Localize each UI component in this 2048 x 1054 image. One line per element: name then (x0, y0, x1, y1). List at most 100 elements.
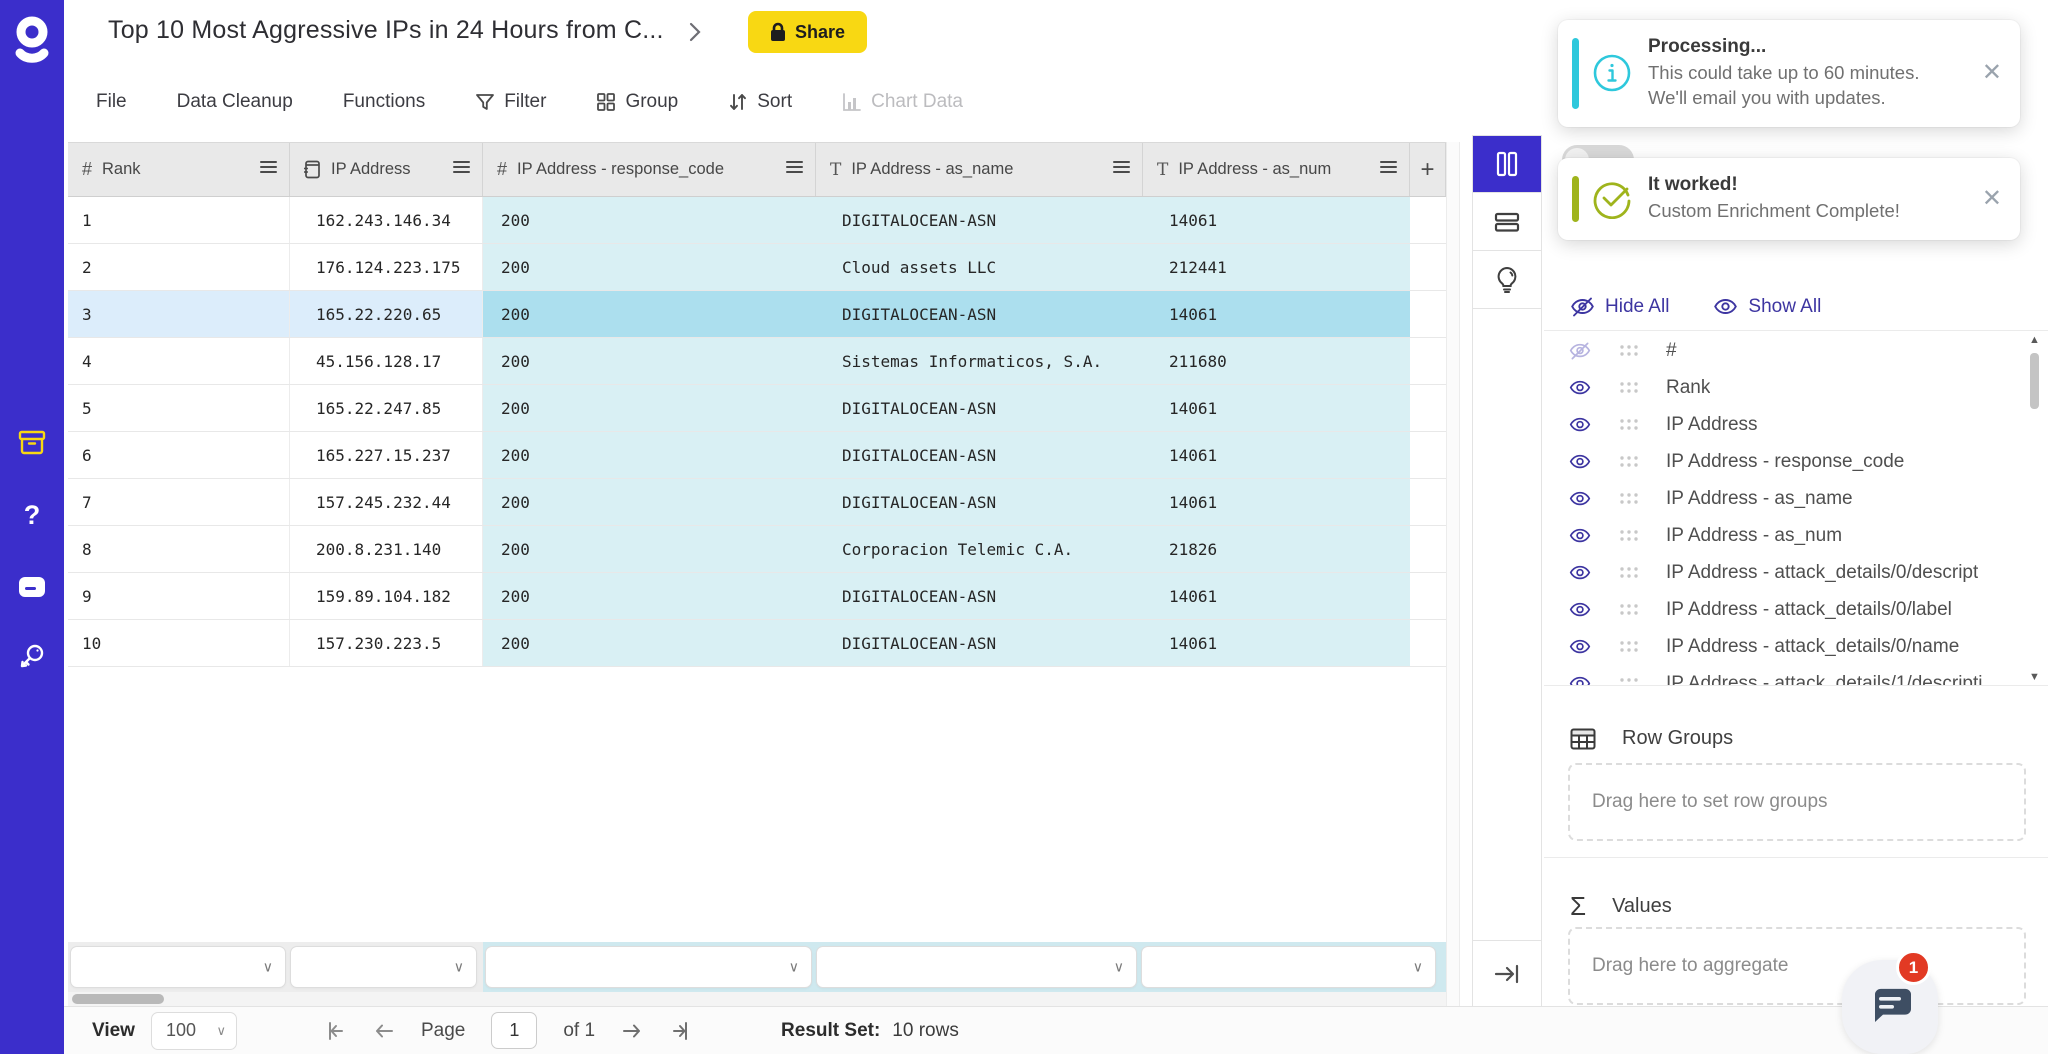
cell[interactable]: Sistemas Informaticos, S.A. (816, 338, 1143, 384)
scroll-down-icon[interactable]: ▼ (2029, 672, 2040, 683)
cell[interactable]: 6 (68, 432, 290, 478)
cell[interactable]: 21826 (1143, 526, 1410, 572)
column-visibility-item[interactable]: IP Address (1544, 406, 2048, 443)
eye-icon[interactable] (1568, 675, 1592, 687)
eye-icon[interactable] (1568, 638, 1592, 656)
cell[interactable]: 1 (68, 197, 290, 243)
cell[interactable]: 212441 (1143, 244, 1410, 290)
cell[interactable]: 7 (68, 479, 290, 525)
table-row[interactable]: 7157.245.232.44200DIGITALOCEAN-ASN14061 (68, 479, 1446, 526)
filter-dropdown-rank[interactable]: ∨ (70, 946, 286, 988)
table-row[interactable]: 8200.8.231.140200Corporacion Telemic C.A… (68, 526, 1446, 573)
cell[interactable]: 4 (68, 338, 290, 384)
cell[interactable]: DIGITALOCEAN-ASN (816, 620, 1143, 666)
column-menu-icon[interactable] (786, 160, 803, 179)
scroll-up-icon[interactable]: ▲ (2029, 335, 2040, 346)
table-row[interactable]: 1162.243.146.34200DIGITALOCEAN-ASN14061 (68, 197, 1446, 244)
archive-box-icon[interactable] (17, 428, 47, 458)
cell[interactable]: 157.230.223.5 (290, 620, 483, 666)
collapse-panel-button[interactable] (1473, 940, 1541, 1006)
eye-icon[interactable] (1568, 416, 1592, 434)
column-header-as-name[interactable]: T IP Address - as_name (816, 143, 1143, 196)
table-row[interactable]: 6165.227.15.237200DIGITALOCEAN-ASN14061 (68, 432, 1446, 479)
help-icon[interactable]: ? (17, 500, 47, 530)
cell[interactable]: 14061 (1143, 620, 1410, 666)
cell[interactable]: DIGITALOCEAN-ASN (816, 432, 1143, 478)
column-visibility-item[interactable]: IP Address - as_num (1544, 517, 2048, 554)
filter-dropdown-as-name[interactable]: ∨ (816, 946, 1137, 988)
cell[interactable]: 2 (68, 244, 290, 290)
cell[interactable]: 200 (483, 573, 816, 619)
drag-handle-icon[interactable] (1620, 566, 1640, 579)
column-visibility-item[interactable]: IP Address - attack_details/0/descript (1544, 554, 2048, 591)
cell[interactable]: 8 (68, 526, 290, 572)
drag-handle-icon[interactable] (1620, 677, 1640, 686)
close-icon[interactable]: ✕ (1982, 187, 2002, 211)
cell[interactable]: 159.89.104.182 (290, 573, 483, 619)
cell[interactable]: 14061 (1143, 479, 1410, 525)
chat-launcher[interactable]: 1 (1842, 960, 1938, 1054)
filter-dropdown-response-code[interactable]: ∨ (485, 946, 812, 988)
table-row[interactable]: 5165.22.247.85200DIGITALOCEAN-ASN14061 (68, 385, 1446, 432)
column-header-response-code[interactable]: # IP Address - response_code (483, 143, 816, 196)
horizontal-scrollbar[interactable] (68, 992, 1446, 1006)
page-number-input[interactable]: 1 (491, 1012, 537, 1049)
column-header-as-num[interactable]: T IP Address - as_num (1143, 143, 1410, 196)
document-title[interactable]: Top 10 Most Aggressive IPs in 24 Hours f… (108, 16, 664, 45)
prev-page-button[interactable] (373, 1021, 395, 1041)
column-visibility-item[interactable]: Rank (1544, 369, 2048, 406)
cell[interactable]: 200.8.231.140 (290, 526, 483, 572)
hide-all-button[interactable]: Hide All (1570, 296, 1669, 318)
cell[interactable]: 200 (483, 197, 816, 243)
cell[interactable]: 10 (68, 620, 290, 666)
cell[interactable]: 200 (483, 479, 816, 525)
menu-filter[interactable]: Filter (475, 91, 546, 113)
column-menu-icon[interactable] (260, 160, 277, 179)
cell[interactable]: 200 (483, 432, 816, 478)
column-visibility-item[interactable]: IP Address - attack_details/0/label (1544, 591, 2048, 628)
column-menu-icon[interactable] (1113, 160, 1130, 179)
list-scrollbar-thumb[interactable] (2030, 353, 2039, 409)
cell[interactable]: 14061 (1143, 432, 1410, 478)
cell[interactable]: 200 (483, 338, 816, 384)
table-row[interactable]: 2176.124.223.175200Cloud assets LLC21244… (68, 244, 1446, 291)
cell[interactable]: 45.156.128.17 (290, 338, 483, 384)
cell[interactable]: DIGITALOCEAN-ASN (816, 197, 1143, 243)
column-visibility-item[interactable]: # (1544, 332, 2048, 369)
cell[interactable]: DIGITALOCEAN-ASN (816, 291, 1143, 337)
cell[interactable]: 157.245.232.44 (290, 479, 483, 525)
column-header-ip-address[interactable]: IP Address (290, 143, 483, 196)
first-page-button[interactable] (325, 1021, 347, 1041)
cell[interactable]: 200 (483, 291, 816, 337)
column-menu-icon[interactable] (453, 160, 470, 179)
cell[interactable]: 5 (68, 385, 290, 431)
cell[interactable]: DIGITALOCEAN-ASN (816, 479, 1143, 525)
drag-handle-icon[interactable] (1620, 455, 1640, 468)
drag-handle-icon[interactable] (1620, 640, 1640, 653)
horizontal-scrollbar-thumb[interactable] (72, 994, 164, 1004)
filter-dropdown-ip-address[interactable]: ∨ (290, 946, 477, 988)
drag-handle-icon[interactable] (1620, 344, 1640, 357)
share-button[interactable]: Share (748, 11, 867, 53)
cell[interactable]: DIGITALOCEAN-ASN (816, 573, 1143, 619)
feedback-card-icon[interactable] (17, 572, 47, 602)
tab-columns[interactable] (1473, 135, 1541, 193)
cell[interactable]: 165.227.15.237 (290, 432, 483, 478)
drag-handle-icon[interactable] (1620, 492, 1640, 505)
cell[interactable]: 14061 (1143, 385, 1410, 431)
cell[interactable]: DIGITALOCEAN-ASN (816, 385, 1143, 431)
cell[interactable]: Corporacion Telemic C.A. (816, 526, 1143, 572)
api-key-icon[interactable] (17, 642, 47, 672)
drag-handle-icon[interactable] (1620, 381, 1640, 394)
last-page-button[interactable] (669, 1021, 691, 1041)
tab-ideas[interactable] (1473, 251, 1541, 309)
column-visibility-item[interactable]: IP Address - as_name (1544, 480, 2048, 517)
close-icon[interactable]: ✕ (1982, 61, 2002, 85)
cell[interactable]: 162.243.146.34 (290, 197, 483, 243)
menu-file[interactable]: File (96, 91, 127, 113)
next-page-button[interactable] (621, 1021, 643, 1041)
cell[interactable]: 200 (483, 526, 816, 572)
column-visibility-item[interactable]: IP Address - attack_details/1/descripti (1544, 665, 2048, 686)
cell[interactable]: 14061 (1143, 197, 1410, 243)
eye-icon[interactable] (1568, 453, 1592, 471)
